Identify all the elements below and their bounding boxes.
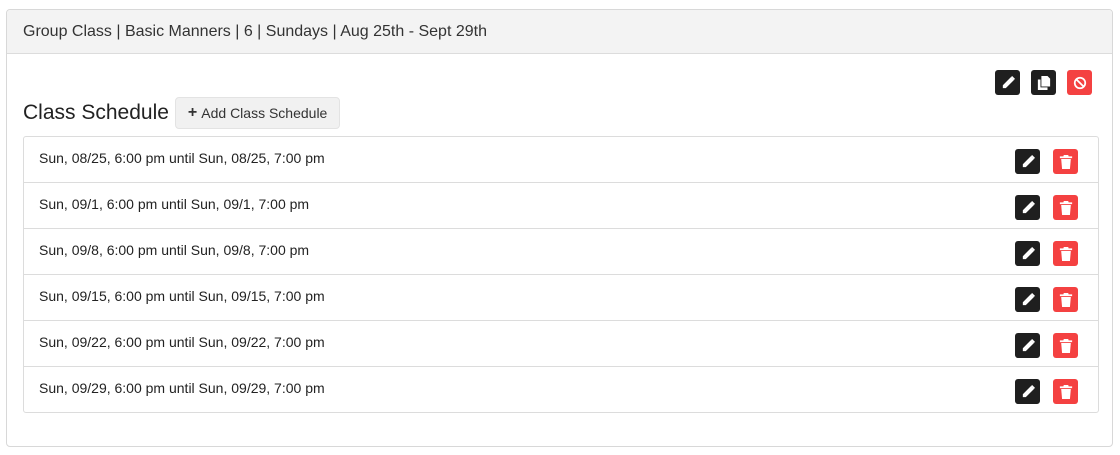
- schedule-header: Class Schedule + Add Class Schedule: [23, 97, 341, 129]
- add-class-schedule-button[interactable]: + Add Class Schedule: [174, 97, 341, 129]
- schedule-row-text: Sun, 09/1, 6:00 pm until Sun, 09/1, 7:00…: [39, 196, 310, 212]
- edit-class-button[interactable]: [995, 70, 1020, 95]
- schedule-row: Sun, 09/22, 6:00 pm until Sun, 09/22, 7:…: [24, 321, 1098, 367]
- schedule-title: Class Schedule: [23, 101, 169, 124]
- pencil-icon: [1022, 292, 1035, 305]
- schedule-row: Sun, 08/25, 6:00 pm until Sun, 08/25, 7:…: [24, 137, 1098, 183]
- class-card-header: Group Class | Basic Manners | 6 | Sunday…: [7, 10, 1112, 54]
- schedule-row-text: Sun, 09/15, 6:00 pm until Sun, 09/15, 7:…: [39, 288, 325, 304]
- trash-icon: [1059, 246, 1072, 261]
- pencil-icon: [1022, 338, 1035, 351]
- delete-schedule-button[interactable]: [1053, 379, 1078, 404]
- schedule-row-text: Sun, 09/29, 6:00 pm until Sun, 09/29, 7:…: [39, 380, 325, 396]
- edit-schedule-button[interactable]: [1015, 333, 1040, 358]
- edit-schedule-button[interactable]: [1015, 287, 1040, 312]
- edit-schedule-button[interactable]: [1015, 379, 1040, 404]
- schedule-row-actions: [1015, 241, 1078, 266]
- plus-icon: +: [187, 104, 198, 121]
- schedule-row-actions: [1015, 195, 1078, 220]
- trash-icon: [1059, 384, 1072, 399]
- trash-icon: [1059, 338, 1072, 353]
- schedule-row: Sun, 09/15, 6:00 pm until Sun, 09/15, 7:…: [24, 275, 1098, 321]
- schedule-row-actions: [1015, 149, 1078, 174]
- class-actions: [995, 70, 1092, 95]
- copy-icon: [1037, 75, 1050, 90]
- copy-class-button[interactable]: [1031, 70, 1056, 95]
- schedule-row-text: Sun, 08/25, 6:00 pm until Sun, 08/25, 7:…: [39, 150, 325, 166]
- schedule-row-actions: [1015, 379, 1078, 404]
- schedule-row: Sun, 09/8, 6:00 pm until Sun, 09/8, 7:00…: [24, 229, 1098, 275]
- class-card: Group Class | Basic Manners | 6 | Sunday…: [6, 9, 1113, 447]
- edit-schedule-button[interactable]: [1015, 149, 1040, 174]
- edit-schedule-button[interactable]: [1015, 241, 1040, 266]
- schedule-row-actions: [1015, 333, 1078, 358]
- schedule-row-actions: [1015, 287, 1078, 312]
- schedule-row-text: Sun, 09/22, 6:00 pm until Sun, 09/22, 7:…: [39, 334, 325, 350]
- trash-icon: [1059, 292, 1072, 307]
- delete-schedule-button[interactable]: [1053, 149, 1078, 174]
- delete-schedule-button[interactable]: [1053, 333, 1078, 358]
- pencil-icon: [1002, 75, 1015, 88]
- schedule-row: Sun, 09/29, 6:00 pm until Sun, 09/29, 7:…: [24, 367, 1098, 412]
- delete-schedule-button[interactable]: [1053, 241, 1078, 266]
- schedule-row-text: Sun, 09/8, 6:00 pm until Sun, 09/8, 7:00…: [39, 242, 310, 258]
- trash-icon: [1059, 200, 1072, 215]
- pencil-icon: [1022, 200, 1035, 213]
- pencil-icon: [1022, 384, 1035, 397]
- add-class-schedule-label: Add Class Schedule: [201, 105, 328, 121]
- schedule-row: Sun, 09/1, 6:00 pm until Sun, 09/1, 7:00…: [24, 183, 1098, 229]
- ban-icon: [1073, 76, 1086, 89]
- pencil-icon: [1022, 154, 1035, 167]
- schedule-list: Sun, 08/25, 6:00 pm until Sun, 08/25, 7:…: [23, 136, 1099, 413]
- delete-schedule-button[interactable]: [1053, 287, 1078, 312]
- pencil-icon: [1022, 246, 1035, 259]
- cancel-class-button[interactable]: [1067, 70, 1092, 95]
- edit-schedule-button[interactable]: [1015, 195, 1040, 220]
- delete-schedule-button[interactable]: [1053, 195, 1078, 220]
- class-title: Group Class | Basic Manners | 6 | Sunday…: [23, 22, 487, 40]
- trash-icon: [1059, 154, 1072, 169]
